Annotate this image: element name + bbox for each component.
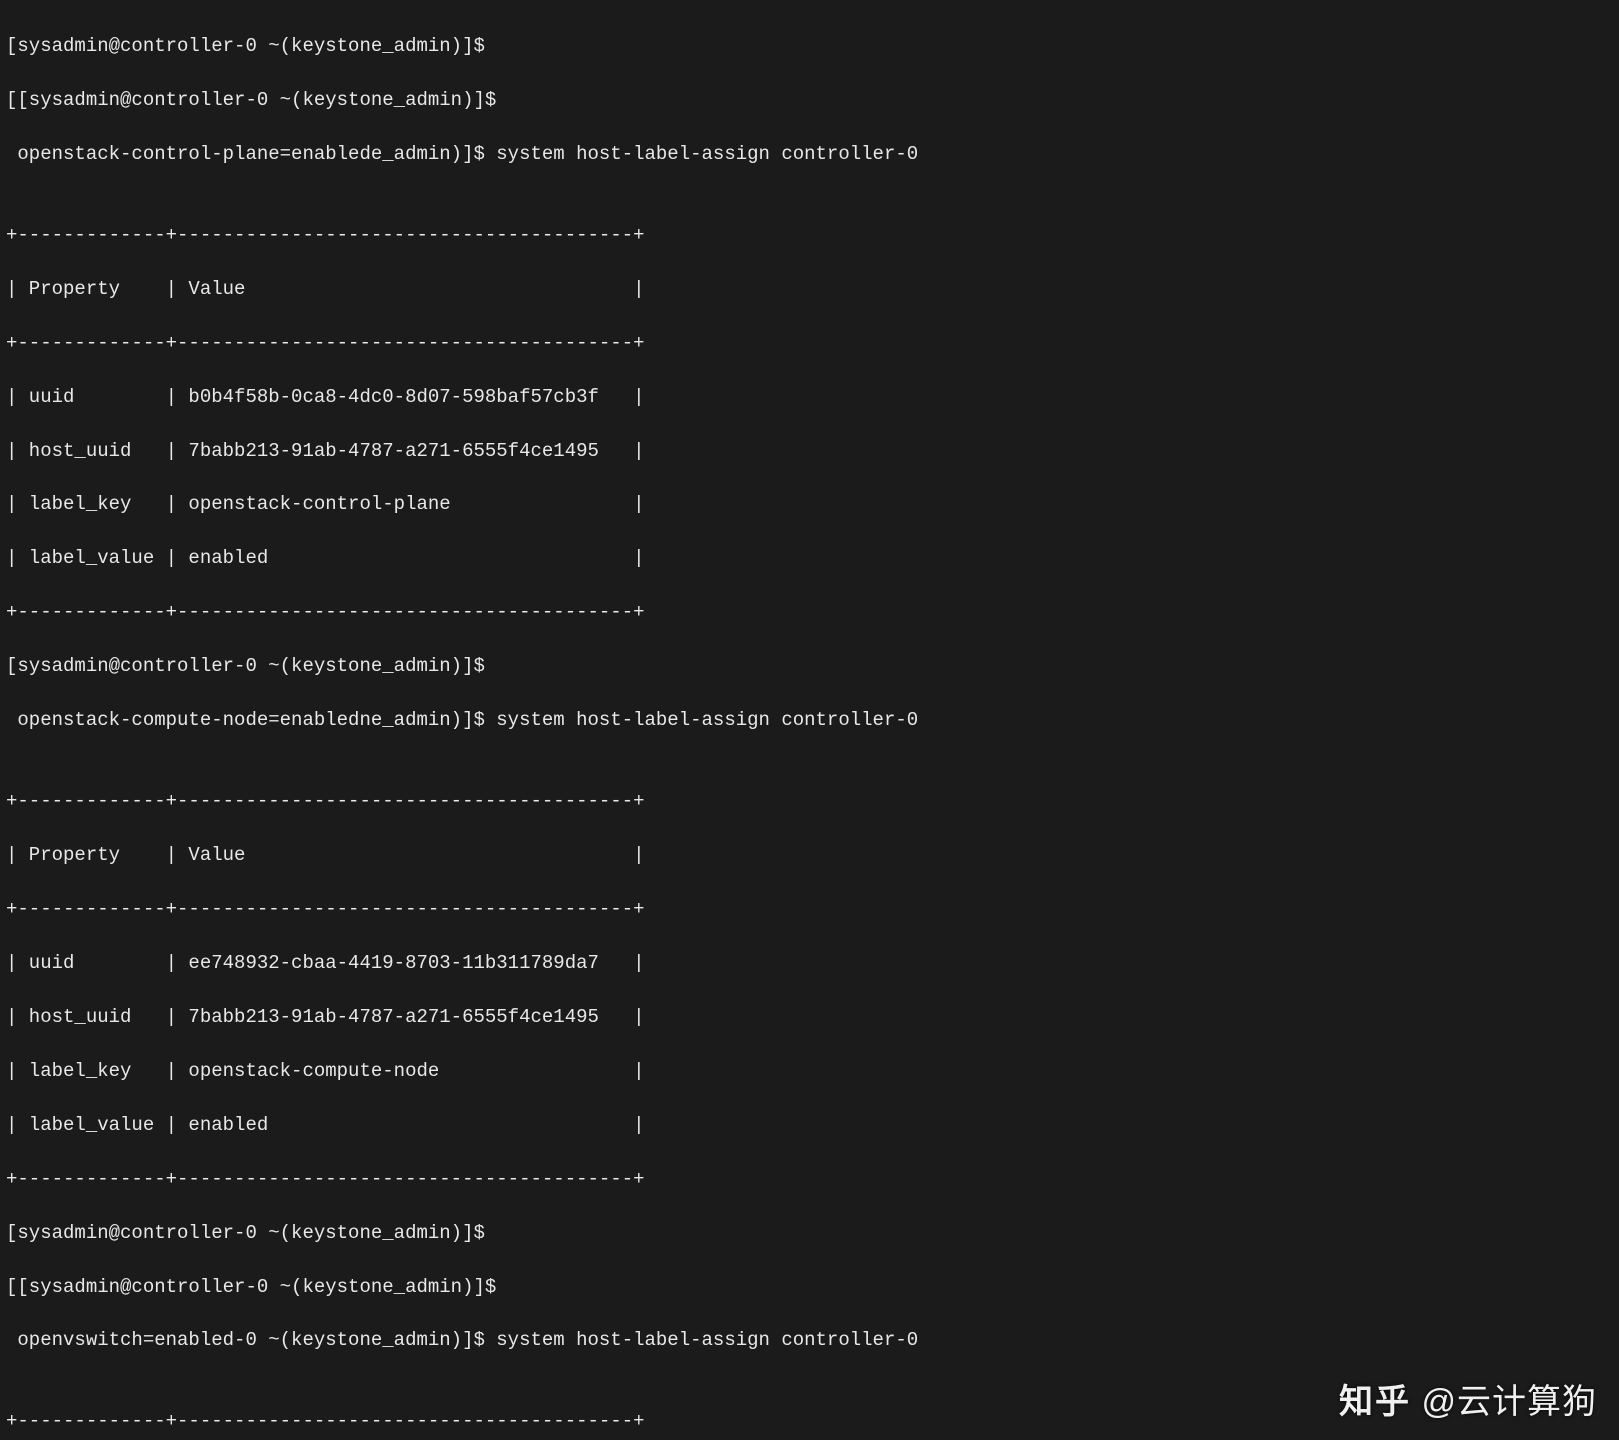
command-line: openstack-control-plane=enablede_admin)]… [6,141,1615,168]
table-row: | uuid | ee748932-cbaa-4419-8703-11b3117… [6,950,1615,977]
table-row: | label_value | enabled | [6,545,1615,572]
prompt-line: [sysadmin@controller-0 ~(keystone_admin)… [6,1220,1615,1247]
prompt-line: [[sysadmin@controller-0 ~(keystone_admin… [6,87,1615,114]
table-header: | Property | Value | [6,842,1615,869]
watermark: 知乎 @云计算狗 [1339,1378,1597,1426]
table-row: | host_uuid | 7babb213-91ab-4787-a271-65… [6,1004,1615,1031]
watermark-logo: 知乎 [1339,1383,1411,1421]
table-separator: +-------------+-------------------------… [6,896,1615,923]
command-line: openvswitch=enabled-0 ~(keystone_admin)]… [6,1327,1615,1354]
table-row: | host_uuid | 7babb213-91ab-4787-a271-65… [6,438,1615,465]
table-row: | label_key | openstack-compute-node | [6,1058,1615,1085]
terminal-output[interactable]: [sysadmin@controller-0 ~(keystone_admin)… [0,0,1619,1440]
prompt-line: [sysadmin@controller-0 ~(keystone_admin)… [6,33,1615,60]
table-separator: +-------------+-------------------------… [6,330,1615,357]
table-row: | label_value | enabled | [6,1112,1615,1139]
watermark-author: @云计算狗 [1411,1383,1597,1421]
table-row: | uuid | b0b4f58b-0ca8-4dc0-8d07-598baf5… [6,384,1615,411]
table-separator: +-------------+-------------------------… [6,599,1615,626]
prompt-line: [sysadmin@controller-0 ~(keystone_admin)… [6,653,1615,680]
table-separator: +-------------+-------------------------… [6,1166,1615,1193]
table-separator: +-------------+-------------------------… [6,788,1615,815]
table-separator: +-------------+-------------------------… [6,222,1615,249]
prompt-line: [[sysadmin@controller-0 ~(keystone_admin… [6,1274,1615,1301]
table-row: | label_key | openstack-control-plane | [6,491,1615,518]
table-header: | Property | Value | [6,276,1615,303]
command-line: openstack-compute-node=enabledne_admin)]… [6,707,1615,734]
